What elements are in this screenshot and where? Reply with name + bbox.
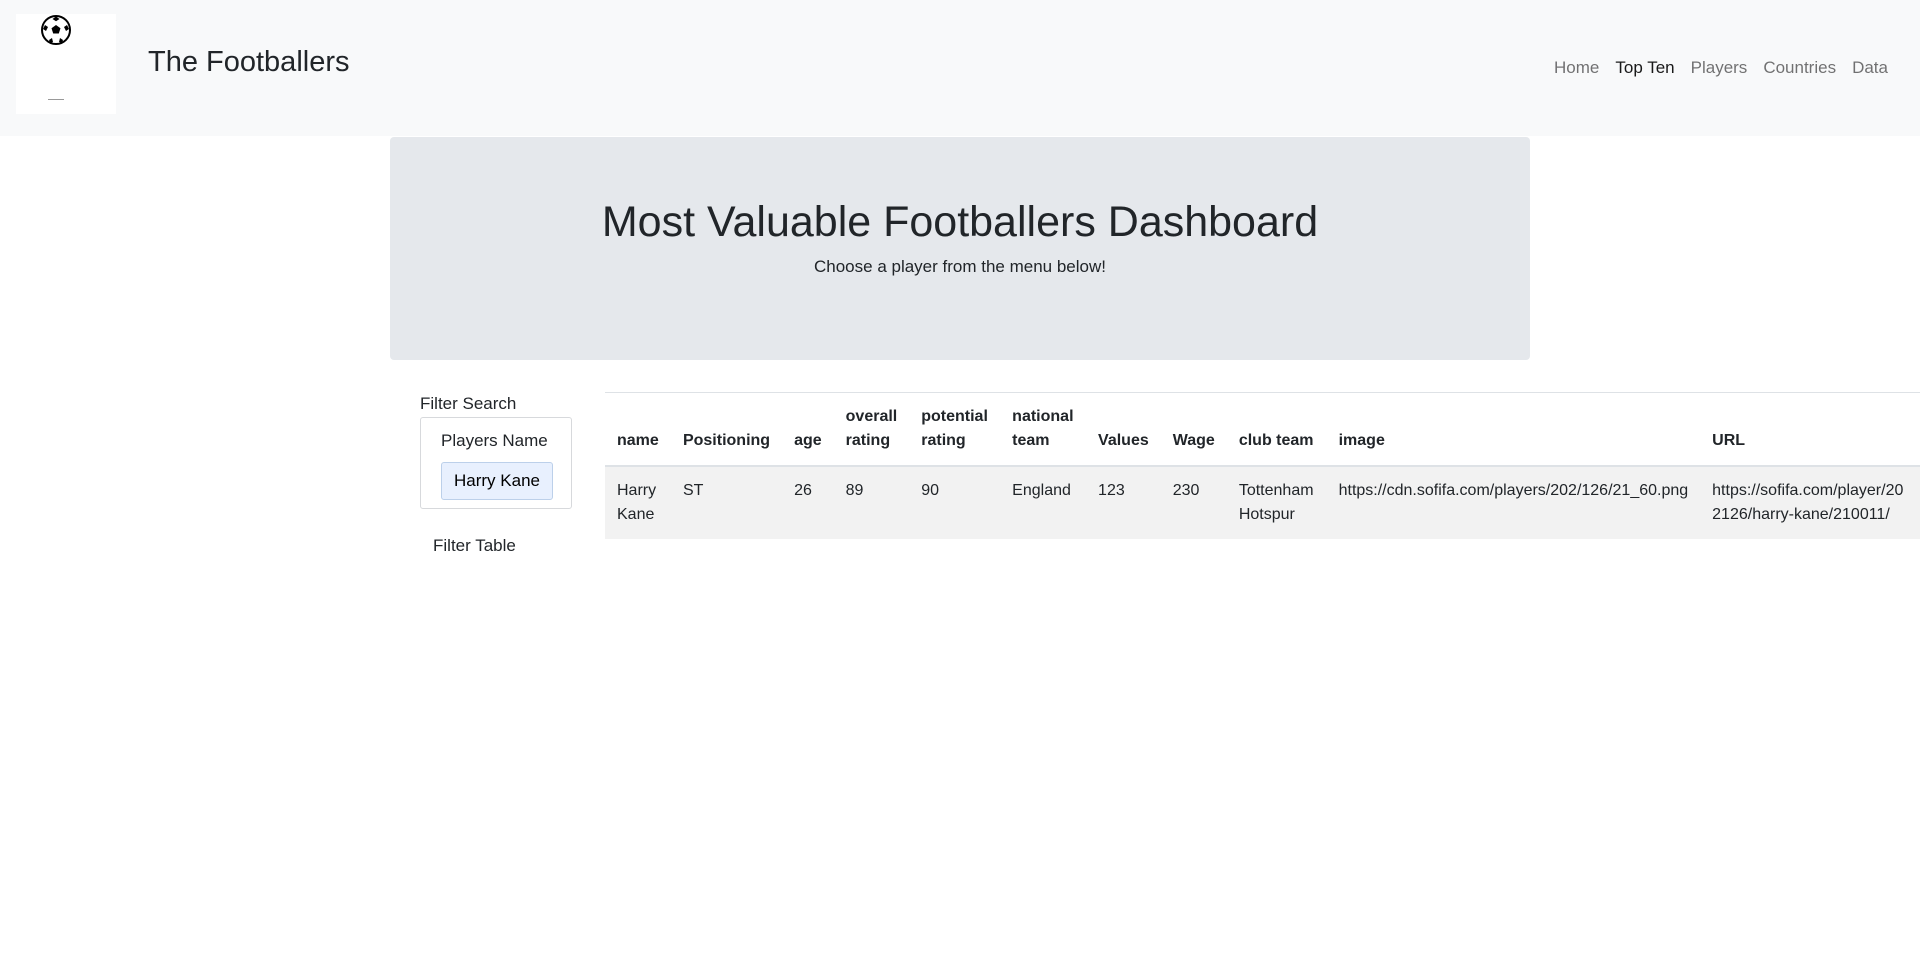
filter-search-title: Filter Search — [420, 394, 517, 413]
nav-link-data[interactable]: Data — [1844, 58, 1896, 78]
filter-table-button[interactable]: Filter Table — [433, 536, 516, 556]
nav-link-players[interactable]: Players — [1683, 58, 1756, 78]
soccer-ball-icon — [41, 15, 71, 45]
table-row[interactable]: Harry Kane ST 26 89 90 England 123 230 T… — [605, 466, 1920, 539]
cell-club-team: Tottenham Hotspur — [1226, 466, 1327, 539]
page-subtitle: Choose a player from the menu below! — [814, 257, 1106, 276]
column-header-club-team: club team — [1226, 392, 1327, 467]
jumbotron: Most Valuable Footballers Dashboard Choo… — [390, 137, 1530, 360]
logo[interactable] — [16, 14, 116, 114]
cell-image: https://cdn.sofifa.com/players/202/126/2… — [1326, 466, 1701, 539]
cell-positioning: ST — [670, 466, 783, 539]
column-header-values: Values — [1086, 392, 1161, 467]
cell-overall-rating: 89 — [833, 466, 910, 539]
nav-link-home[interactable]: Home — [1546, 58, 1607, 78]
nav-links: Home Top Ten Players Countries Data — [1546, 58, 1896, 78]
cell-values: 123 — [1086, 466, 1161, 539]
column-header-positioning: Positioning — [670, 392, 783, 467]
column-header-national-team: national team — [1000, 392, 1087, 467]
navbar: The Footballers Home Top Ten Players Cou… — [0, 0, 1920, 136]
players-name-input[interactable] — [441, 462, 553, 500]
column-header-age: age — [782, 392, 834, 467]
players-table: name Positioning age overall rating pote… — [605, 392, 1920, 539]
filter-box: Players Name — [420, 417, 572, 509]
column-header-overall-rating: overall rating — [833, 392, 910, 467]
column-header-wage: Wage — [1160, 392, 1227, 467]
players-name-label: Players Name — [441, 431, 548, 450]
cell-potential-rating: 90 — [909, 466, 1001, 539]
brand-title[interactable]: The Footballers — [148, 46, 350, 79]
cell-name: Harry Kane — [605, 466, 671, 539]
column-header-url: URL — [1700, 392, 1920, 467]
cell-age: 26 — [782, 466, 834, 539]
column-header-image: image — [1326, 392, 1701, 467]
players-table-container: name Positioning age overall rating pote… — [605, 392, 1920, 539]
table-header-row: name Positioning age overall rating pote… — [605, 392, 1920, 467]
column-header-name: name — [605, 392, 671, 467]
logo-underline — [48, 99, 64, 100]
cell-wage: 230 — [1160, 466, 1227, 539]
page-title: Most Valuable Footballers Dashboard — [601, 198, 1319, 246]
nav-link-countries[interactable]: Countries — [1755, 58, 1844, 78]
cell-url: https://sofifa.com/player/202126/harry-k… — [1700, 466, 1920, 539]
column-header-potential-rating: potential rating — [909, 392, 1001, 467]
cell-national-team: England — [1000, 466, 1087, 539]
nav-link-top-ten[interactable]: Top Ten — [1607, 58, 1682, 78]
